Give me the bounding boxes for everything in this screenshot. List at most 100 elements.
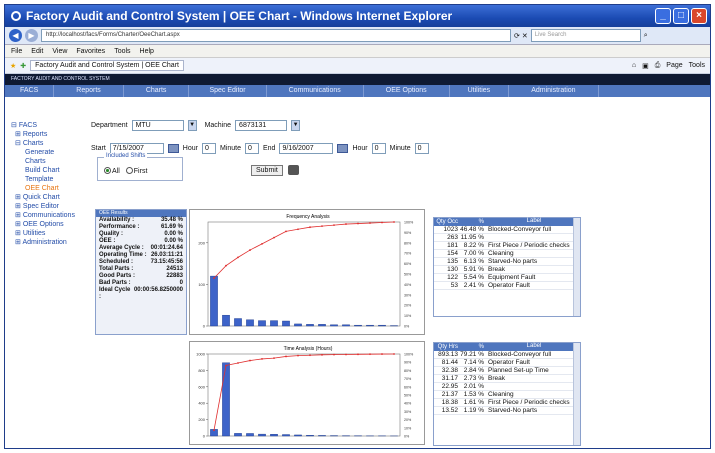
page-menu[interactable]: Page	[666, 62, 682, 70]
y2-tick-label: 90%	[404, 361, 412, 365]
grid-scrollbar[interactable]	[573, 218, 580, 316]
shift-first-radio[interactable]: First	[125, 167, 147, 175]
end-date-input[interactable]: 9/16/2007	[279, 143, 334, 154]
chevron-down-icon[interactable]: ▼	[187, 120, 197, 131]
menu-favorites[interactable]: Favorites	[76, 48, 105, 55]
frequency-chart: Frequency Analysis 0 100 200 0% 10% 20% 30% 40% 5…	[189, 209, 425, 335]
result-row: Performance : 61.69 %	[96, 224, 186, 231]
calendar-icon[interactable]	[167, 144, 179, 153]
address-input[interactable]: http://localhost/facs/Forms/Charter/OeeC…	[41, 29, 511, 42]
cumulative-point	[273, 357, 275, 359]
tree-build-chart-template[interactable]: Build Chart Template	[11, 166, 71, 184]
grid-header-qty[interactable]: Qty Hrs	[434, 343, 460, 351]
forward-icon[interactable]: ▶	[25, 29, 38, 42]
menu-view[interactable]: View	[52, 48, 67, 55]
grid-header-label[interactable]: Label	[486, 343, 580, 351]
tools-menu[interactable]: Tools	[689, 62, 705, 70]
search-icon[interactable]: ⌕	[644, 32, 648, 40]
cell-qty: 31.17	[441, 375, 458, 382]
favorites-star-icon[interactable]: ★	[10, 62, 16, 70]
end-minute-input[interactable]: 0	[414, 143, 429, 154]
menu-tools[interactable]: Tools	[114, 48, 130, 55]
machine-select[interactable]: 6873131	[235, 120, 288, 131]
table-row[interactable]: 53 2.41 % Operator Fault	[434, 282, 580, 290]
calendar-icon[interactable]	[337, 144, 349, 153]
tree-generate-charts[interactable]: Generate Charts	[11, 148, 71, 166]
cell-pct: 6.13 %	[463, 258, 484, 265]
home-icon[interactable]: ⌂	[632, 62, 636, 70]
table-row[interactable]: 263 11.95 %	[434, 234, 580, 242]
tree-charts[interactable]: Charts	[23, 140, 44, 147]
submit-button[interactable]: Submit	[251, 165, 283, 176]
grid-scrollbar[interactable]	[573, 343, 580, 445]
bar	[234, 318, 242, 327]
tree-communications[interactable]: Communications	[23, 212, 75, 219]
table-row[interactable]: 18.38 1.61 % First Piece / Periodic checks	[434, 399, 580, 407]
cell-qty: 53	[450, 282, 458, 289]
start-label: Start	[91, 145, 106, 152]
stop-icon[interactable]: ✕	[522, 32, 528, 40]
refresh-icon[interactable]: ⟳	[514, 32, 520, 40]
feeds-icon[interactable]: ▣	[642, 62, 649, 70]
bar	[222, 314, 230, 327]
shift-all-radio[interactable]: All	[104, 167, 120, 175]
grid-header-label[interactable]: Label	[486, 218, 580, 226]
nav-reports[interactable]: Reports	[54, 85, 124, 97]
grid-header-pct[interactable]: %	[460, 343, 486, 351]
grid-header-pct[interactable]: %	[460, 218, 486, 226]
tree-oee-chart[interactable]: OEE Chart	[11, 184, 89, 193]
nav-facs[interactable]: FACS	[5, 85, 55, 97]
menu-help[interactable]: Help	[140, 48, 154, 55]
close-button[interactable]: ×	[691, 8, 707, 24]
table-row[interactable]: 135 6.13 % Starved-No parts	[434, 258, 580, 266]
add-favorite-icon[interactable]: ✚	[20, 62, 26, 70]
nav-charts[interactable]: Charts	[124, 85, 190, 97]
table-row[interactable]: 13.52 1.19 % Starved-No parts	[434, 407, 580, 415]
tree-reports[interactable]: Reports	[23, 131, 48, 138]
table-row[interactable]: 81.44 7.14 % Operator Fault	[434, 359, 580, 367]
table-row[interactable]: 1023 46.48 % Blocked-Conveyor full	[434, 226, 580, 234]
nav-spec-editor[interactable]: Spec Editor	[189, 85, 267, 97]
table-row[interactable]: 122 5.54 % Equipment Fault	[434, 274, 580, 282]
frequency-grid: Qty Occ % Label 1023 46.48 % Blocked-Conve…	[433, 217, 581, 317]
menu-file[interactable]: File	[11, 48, 22, 55]
table-row[interactable]: 21.37 1.53 % Cleaning	[434, 391, 580, 399]
tree-facs[interactable]: FACS	[19, 122, 37, 129]
cell-qty: 21.37	[441, 391, 458, 398]
table-row[interactable]: 154 7.00 % Cleaning	[434, 250, 580, 258]
department-select[interactable]: MTU	[131, 120, 184, 131]
y2-tick-label: 50%	[404, 394, 412, 398]
result-value: 61.69 %	[160, 224, 183, 230]
table-row[interactable]: 31.17 2.73 % Break	[434, 375, 580, 383]
maximize-button[interactable]: □	[673, 8, 689, 24]
tree-oee-options[interactable]: OEE Options	[23, 221, 64, 228]
grid-header-qty[interactable]: Qty Occ	[434, 218, 460, 226]
table-row[interactable]: 32.38 2.84 % Planned Set-up Time	[434, 367, 580, 375]
tree-quick-chart[interactable]: Quick Chart	[23, 194, 60, 201]
nav-oee-options[interactable]: OEE Options	[364, 85, 450, 97]
ie-icon	[11, 11, 21, 21]
table-row[interactable]: 130 5.91 % Break	[434, 266, 580, 274]
nav-administration[interactable]: Administration	[509, 85, 599, 97]
printer-icon[interactable]	[288, 165, 299, 175]
end-hour-input[interactable]: 0	[371, 143, 386, 154]
table-row[interactable]: 22.95 2.01 %	[434, 383, 580, 391]
browser-tab[interactable]: Factory Audit and Control System | OEE C…	[30, 60, 184, 71]
table-row[interactable]: 893.13 79.21 % Blocked-Conveyor full	[434, 351, 580, 359]
tree-utilities[interactable]: Utilities	[23, 230, 46, 237]
start-minute-input[interactable]: 0	[245, 143, 259, 154]
chevron-down-icon[interactable]: ▼	[291, 120, 301, 131]
menu-edit[interactable]: Edit	[31, 48, 43, 55]
tree-spec-editor[interactable]: Spec Editor	[23, 203, 59, 210]
minimize-button[interactable]: _	[655, 8, 671, 24]
search-input[interactable]: Live Search	[530, 29, 641, 42]
nav-communications[interactable]: Communications	[267, 85, 364, 97]
print-icon[interactable]: ⎙	[655, 62, 661, 70]
tree-administration[interactable]: Administration	[22, 239, 66, 246]
y2-tick-label: 0%	[404, 325, 410, 329]
back-icon[interactable]: ◀	[9, 29, 22, 42]
cumulative-point	[285, 230, 287, 233]
start-hour-input[interactable]: 0	[201, 143, 216, 154]
nav-utilities[interactable]: Utilities	[450, 85, 510, 97]
table-row[interactable]: 181 8.22 % First Piece / Periodic checks	[434, 242, 580, 250]
